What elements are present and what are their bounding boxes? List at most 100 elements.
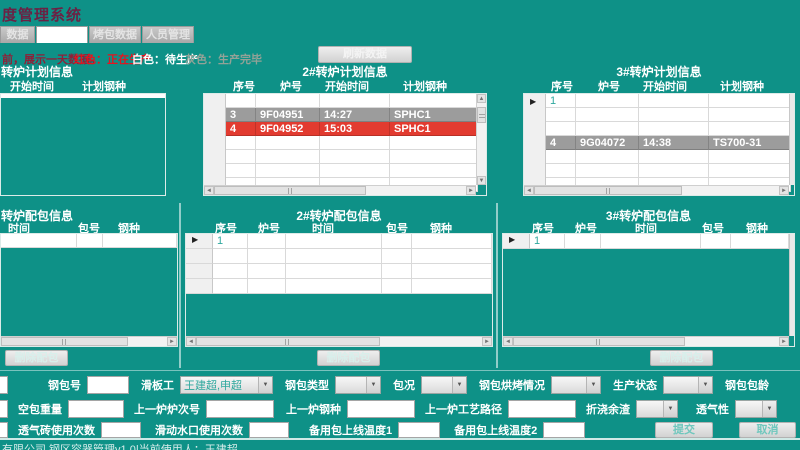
table-row[interactable] (226, 150, 487, 164)
delete-alloc-button-2[interactable]: 删除配包 (317, 350, 380, 366)
table-row[interactable]: ▶1 (503, 234, 794, 249)
empty-weight-input[interactable] (68, 400, 124, 418)
scroll-up-icon[interactable]: ▲ (477, 94, 486, 103)
tab-personnel[interactable]: 人员管理 (142, 26, 194, 43)
table-row[interactable]: 49G0407214:38TS700-31 (546, 136, 795, 150)
scroll-right-icon[interactable]: ► (779, 337, 789, 346)
table-row[interactable] (226, 164, 487, 178)
submit-button[interactable]: 提交 (655, 422, 713, 438)
v-scrollbar[interactable] (789, 94, 794, 185)
tab-data[interactable]: 数据 (0, 26, 35, 43)
residue-select[interactable]: ▼ (636, 400, 678, 418)
current-row-marker-icon: ▶ (192, 235, 198, 244)
table-cell (390, 136, 478, 150)
scroll-left-icon[interactable]: ◄ (204, 186, 214, 195)
row-header-cell[interactable] (186, 279, 213, 294)
ladle-condition-select[interactable]: ▼ (421, 376, 467, 394)
chevron-down-icon[interactable]: ▼ (698, 377, 712, 393)
slide-worker-value: 王建超,申超 (181, 377, 258, 393)
bake-status-select[interactable]: ▼ (551, 376, 601, 394)
cut-input[interactable] (0, 400, 8, 418)
table-row[interactable] (186, 249, 492, 264)
table-row[interactable] (186, 264, 492, 279)
cancel-button[interactable]: 取消 (739, 422, 796, 438)
scroll-right-icon[interactable]: ► (779, 186, 789, 195)
scrollbar-thumb[interactable] (196, 337, 380, 346)
ladle-type-select[interactable]: ▼ (335, 376, 381, 394)
scroll-right-icon[interactable]: ► (466, 186, 476, 195)
h-scrollbar[interactable]: ◄ ► (186, 336, 492, 346)
prev-heat-no-input[interactable] (206, 400, 274, 418)
row-header-column (524, 94, 546, 185)
scrollbar-thumb[interactable] (513, 337, 685, 346)
plan-table-2-grid[interactable]: 39F0495114:27SPHC149F0495215:03SPHC1 ▲ ▼… (203, 93, 487, 196)
row-header-cell[interactable] (186, 249, 213, 264)
table-row[interactable]: 1 (546, 94, 795, 108)
table-row[interactable] (1, 234, 177, 248)
scroll-right-icon[interactable]: ► (482, 337, 492, 346)
scroll-left-icon[interactable]: ◄ (186, 337, 196, 346)
table-row[interactable] (546, 108, 795, 122)
table-row[interactable] (546, 150, 795, 164)
refresh-data-button[interactable]: 刷新数据 (318, 46, 412, 63)
row-header-cell[interactable]: ▶ (503, 234, 530, 249)
table-row[interactable]: 49F0495215:03SPHC1 (226, 122, 487, 136)
tab-bake-data[interactable]: 烤包数据 (89, 26, 141, 43)
chevron-down-icon[interactable]: ▼ (762, 401, 776, 417)
chevron-down-icon[interactable]: ▼ (663, 401, 677, 417)
production-state-select[interactable]: ▼ (663, 376, 713, 394)
v-scrollbar[interactable]: ▲ ▼ (476, 94, 486, 185)
h-scrollbar[interactable]: ► (1, 336, 177, 346)
chevron-down-icon[interactable]: ▼ (258, 377, 272, 393)
v-scrollbar[interactable] (789, 234, 794, 336)
column-header: 炉号 (280, 78, 302, 94)
scrollbar-thumb[interactable] (1, 337, 128, 346)
table-row[interactable] (226, 136, 487, 150)
prev-route-input[interactable] (508, 400, 576, 418)
chevron-down-icon[interactable]: ▼ (366, 377, 380, 393)
plan-table-3-grid[interactable]: 149G0407214:38TS700-31▶ ◄ ► (523, 93, 795, 196)
table-cell (248, 234, 286, 249)
h-scrollbar[interactable]: ◄ ► (503, 336, 789, 346)
tab-active[interactable] (36, 26, 88, 43)
row-header-cell[interactable] (186, 264, 213, 279)
table-cell: 9F04951 (256, 108, 320, 122)
alloc-table-2-grid[interactable]: ▶1 ◄ ► (185, 233, 493, 347)
scroll-down-icon[interactable]: ▼ (477, 176, 486, 185)
scrollbar-thumb[interactable] (477, 107, 486, 123)
table-row[interactable] (186, 279, 492, 294)
alloc-table-3-grid[interactable]: ▶1 ◄ ► (502, 233, 795, 347)
slide-worker-select[interactable]: 王建超,申超 ▼ (180, 376, 273, 394)
scroll-left-icon[interactable]: ◄ (503, 337, 513, 346)
table-row[interactable] (226, 94, 487, 108)
table-row[interactable] (546, 122, 795, 136)
h-scrollbar[interactable]: ◄ ► (524, 185, 789, 195)
ladle-no-input[interactable] (87, 376, 129, 394)
porous-brick-count-input[interactable] (101, 422, 141, 438)
chevron-down-icon[interactable]: ▼ (452, 377, 466, 393)
prev-steel-input[interactable] (347, 400, 415, 418)
backup-temp1-input[interactable] (398, 422, 440, 438)
cut-input[interactable] (0, 376, 8, 394)
table-cell (639, 164, 709, 178)
scrollbar-thumb[interactable] (214, 186, 366, 195)
row-header-cell[interactable]: ▶ (186, 234, 213, 249)
scroll-right-icon[interactable]: ► (167, 337, 177, 346)
slide-nozzle-count-input[interactable] (249, 422, 289, 438)
permeability-select[interactable]: ▼ (735, 400, 777, 418)
backup-temp2-input[interactable] (543, 422, 585, 438)
delete-alloc-button-3[interactable]: 删除配包 (650, 350, 713, 366)
plan-table-1-grid[interactable] (0, 93, 166, 196)
prev-heat-no-label: 上一炉炉次号 (134, 401, 200, 417)
h-scrollbar[interactable]: ◄ ► (204, 185, 476, 195)
table-row[interactable]: 39F0495114:27SPHC1 (226, 108, 487, 122)
alloc-table-1-grid[interactable]: ► (0, 233, 178, 347)
chevron-down-icon[interactable]: ▼ (586, 377, 600, 393)
scrollbar-thumb[interactable] (534, 186, 682, 195)
cut-input[interactable] (0, 422, 8, 438)
delete-alloc-button-1[interactable]: 删除配包 (5, 350, 68, 366)
table-row[interactable]: ▶1 (186, 234, 492, 249)
scroll-left-icon[interactable]: ◄ (524, 186, 534, 195)
table-row[interactable] (546, 164, 795, 178)
table-cell (103, 234, 177, 248)
